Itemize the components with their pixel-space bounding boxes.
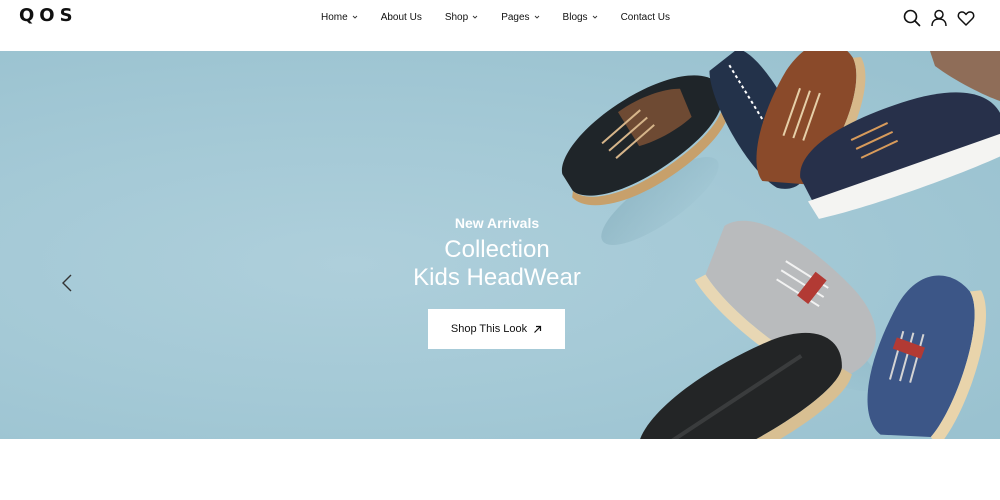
shop-this-look-button[interactable]: Shop This Look [428,309,565,349]
nav-item-home[interactable]: Home [321,12,358,23]
chevron-down-icon [352,14,358,20]
button-label: Shop This Look [450,323,528,335]
search-icon[interactable] [902,8,922,28]
nav-item-about-us[interactable]: About Us [381,12,422,23]
arrow-up-right-icon [533,325,542,334]
main-nav: Home About Us Shop Pages Blogs Contact U… [321,0,670,34]
nav-item-contact-us[interactable]: Contact Us [621,12,670,23]
nav-item-label: About Us [380,11,422,23]
hero-slider: New Arrivals Collection Kids HeadWear Sh… [0,51,1000,439]
hero-content: New Arrivals Collection Kids HeadWear Sh… [0,51,1000,439]
nav-item-label: Contact Us [620,11,671,23]
nav-item-shop[interactable]: Shop [445,12,478,23]
heart-icon[interactable] [956,8,976,28]
site-header: QOS Home About Us Shop Pages Blogs Conta… [0,0,1000,51]
hero-subtitle: New Arrivals [454,215,540,231]
chevron-down-icon [534,14,540,20]
nav-item-pages[interactable]: Pages [501,12,539,23]
nav-item-label: Home [321,11,348,23]
chevron-down-icon [592,14,598,20]
nav-item-label: Blogs [562,11,588,23]
hero-title-line2: Kids HeadWear [413,264,581,291]
nav-item-blogs[interactable]: Blogs [563,12,598,23]
nav-item-label: Shop [444,11,469,23]
hero-title-line1: Collection [444,236,550,263]
chevron-down-icon [472,14,478,20]
nav-item-label: Pages [501,11,530,23]
header-actions [895,8,976,28]
site-logo[interactable]: QOS [19,5,78,27]
user-icon[interactable] [929,8,949,28]
